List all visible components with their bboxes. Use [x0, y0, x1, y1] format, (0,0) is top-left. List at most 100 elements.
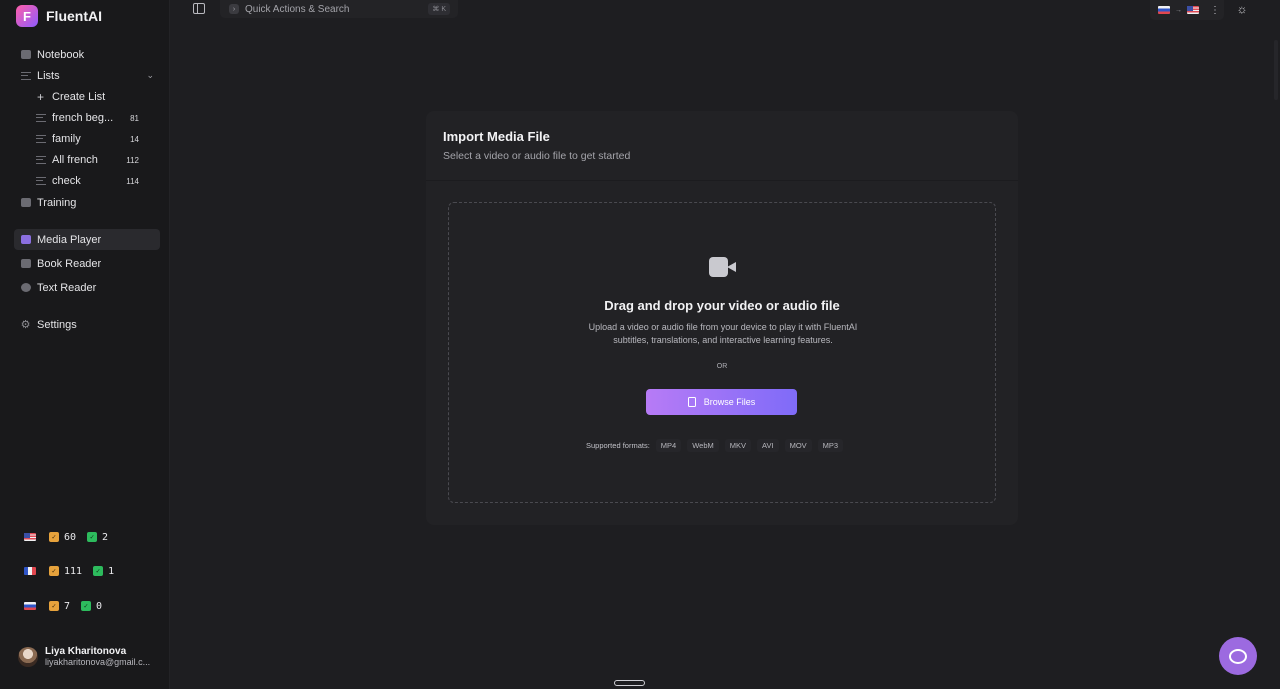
nav-training[interactable]: Training	[14, 192, 160, 213]
list-icon	[20, 71, 31, 81]
stat-orange-value: 60	[64, 531, 77, 543]
sidebar: F FluentAI Notebook Lists ⌄ + Create Lis…	[0, 0, 170, 689]
fluentai-logo-icon: F	[16, 5, 38, 27]
scrollbar[interactable]	[1274, 40, 1278, 100]
stat-orange-value: 111	[64, 565, 83, 577]
card-title: Import Media File	[443, 129, 550, 144]
list-icon	[35, 155, 46, 165]
more-icon[interactable]: ⋮	[1210, 5, 1220, 16]
list-item-label: french beg...	[52, 112, 114, 124]
video-camera-icon	[709, 257, 737, 277]
nav-notebook[interactable]: Notebook	[14, 44, 160, 65]
user-name: Liya Kharitonova	[45, 646, 127, 657]
user-profile[interactable]: Liya Kharitonova liyakharitonova@gmail.c…	[18, 646, 155, 667]
file-dropzone[interactable]: Drag and drop your video or audio file U…	[448, 202, 996, 503]
nav-media-player[interactable]: Media Player	[14, 229, 160, 250]
nav-lists[interactable]: Lists ⌄	[14, 65, 160, 86]
sun-icon[interactable]: ☼	[1236, 3, 1248, 15]
list-icon	[35, 113, 46, 123]
check-icon: ✓	[93, 566, 104, 576]
us-flag-icon	[24, 533, 36, 541]
list-item[interactable]: french beg... 81	[35, 108, 139, 128]
ru-flag-icon	[1158, 6, 1170, 14]
nav-settings[interactable]: ⚙ Settings	[14, 314, 160, 335]
gear-icon: ⚙	[20, 319, 31, 331]
search-placeholder: Quick Actions & Search	[245, 3, 350, 15]
language-pair-selector[interactable]: → ⋮	[1150, 0, 1224, 20]
list-item-label: All french	[52, 154, 98, 166]
nav-text-reader-label: Text Reader	[37, 281, 97, 294]
list-item-count: 14	[130, 134, 139, 144]
supported-formats-label: Supported formats:	[586, 441, 650, 450]
list-icon	[35, 134, 46, 144]
list-item[interactable]: All french 112	[35, 150, 139, 170]
file-icon	[687, 397, 696, 407]
format-badge: WebM	[687, 439, 719, 452]
language-stats-row[interactable]: ✓ 7 ✓ 0	[24, 595, 144, 617]
browse-files-button[interactable]: Browse Files	[646, 389, 797, 415]
dropzone-title: Drag and drop your video or audio file	[604, 298, 840, 313]
nav-book-reader-label: Book Reader	[37, 257, 102, 270]
text-reader-icon	[20, 283, 31, 293]
nav-lists-label: Lists	[37, 69, 60, 82]
chat-support-button[interactable]	[1219, 637, 1257, 675]
user-email: liyakharitonova@gmail.c...	[45, 657, 151, 667]
list-item-count: 114	[126, 176, 139, 186]
card-header: Import Media File Select a video or audi…	[426, 111, 1018, 181]
chevron-right-icon: ›	[229, 4, 239, 14]
chevron-down-icon[interactable]: ⌄	[146, 70, 154, 81]
home-indicator[interactable]	[614, 680, 645, 686]
search-bar[interactable]: › Quick Actions & Search ⌘ K	[220, 0, 458, 18]
stat-green-value: 2	[102, 531, 109, 543]
streak-icon: ✓	[49, 532, 59, 542]
list-icon	[35, 176, 46, 186]
list-item-label: check	[52, 175, 81, 187]
brand[interactable]: F FluentAI	[16, 5, 102, 27]
language-stats-row[interactable]: ✓ 111 ✓ 1	[24, 560, 144, 582]
card-subtitle: Select a video or audio file to get star…	[443, 150, 631, 162]
nav-settings-label: Settings	[37, 318, 77, 331]
create-list-button[interactable]: + Create List	[35, 87, 139, 107]
book-icon	[20, 50, 31, 60]
format-badge: MP4	[655, 439, 682, 452]
dropzone-description: Upload a video or audio file from your d…	[588, 322, 858, 345]
app-name: FluentAI	[46, 8, 102, 24]
plus-icon: +	[36, 90, 44, 104]
stat-green-value: 1	[108, 565, 115, 577]
ru-flag-icon	[24, 602, 36, 610]
streak-icon: ✓	[49, 566, 59, 576]
fr-flag-icon	[24, 567, 36, 575]
nav-text-reader[interactable]: Text Reader	[14, 277, 160, 298]
format-badge: MOV	[784, 439, 812, 452]
create-list-label: Create List	[52, 91, 106, 103]
browse-files-label: Browse Files	[703, 397, 756, 407]
nav-media-player-label: Media Player	[37, 233, 102, 246]
check-icon: ✓	[87, 532, 98, 542]
list-item-count: 81	[130, 113, 139, 123]
book-reader-icon	[20, 259, 31, 269]
streak-icon: ✓	[49, 601, 59, 611]
list-item[interactable]: check 114	[35, 171, 139, 191]
supported-formats: Supported formats: MP4 WebM MKV AVI MOV …	[586, 439, 844, 452]
list-item[interactable]: family 14	[35, 129, 139, 149]
arrow-right-icon: →	[1175, 6, 1182, 14]
video-icon	[20, 235, 31, 245]
us-flag-icon	[1187, 6, 1199, 14]
check-icon: ✓	[81, 601, 92, 611]
nav-training-label: Training	[37, 196, 77, 209]
nav-notebook-label: Notebook	[37, 48, 85, 61]
chat-icon	[1229, 648, 1247, 664]
stat-green-value: 0	[96, 600, 103, 612]
language-stats-row[interactable]: ✓ 60 ✓ 2	[24, 526, 144, 548]
training-icon	[20, 198, 31, 208]
nav-book-reader[interactable]: Book Reader	[14, 253, 160, 274]
list-item-label: family	[52, 133, 81, 145]
stat-orange-value: 7	[64, 600, 71, 612]
import-media-card: Import Media File Select a video or audi…	[426, 111, 1018, 525]
list-item-count: 112	[126, 155, 139, 165]
avatar	[18, 646, 38, 667]
shortcut-hint: ⌘ K	[428, 3, 450, 15]
format-badge: MP3	[817, 439, 844, 452]
format-badge: AVI	[757, 439, 779, 452]
sidebar-toggle-icon[interactable]	[193, 3, 205, 14]
